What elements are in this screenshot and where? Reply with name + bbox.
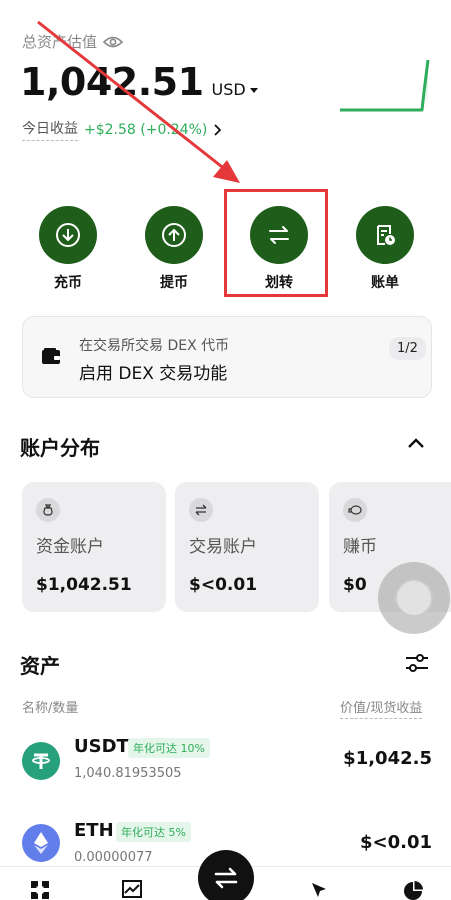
money-bag-icon [36, 498, 60, 522]
currency-label: USD [211, 80, 246, 99]
account-value: $<0.01 [189, 575, 258, 595]
balance-row: 1,042.51 USD [20, 60, 258, 104]
eye-icon[interactable] [103, 35, 124, 49]
assets-pie-icon[interactable] [402, 879, 424, 900]
swap-icon [189, 498, 213, 522]
bill-icon [356, 206, 414, 264]
account-card-funding[interactable]: 资金账户 $1,042.51 [22, 482, 166, 612]
pnl-label: 今日收益 [22, 118, 78, 141]
total-assets-label-text: 总资产估值 [22, 33, 98, 51]
deposit-label: 充币 [54, 275, 82, 291]
asset-amount: 0.00000077 [74, 850, 153, 865]
withdraw-label: 提币 [160, 275, 188, 291]
chevron-up-icon[interactable] [406, 436, 426, 450]
apy-badge: 年化可达 10% [128, 738, 210, 758]
filter-sliders-icon[interactable] [404, 651, 430, 675]
trade-swap-icon [214, 867, 238, 889]
asset-symbol: ETH [74, 820, 114, 841]
account-value: $0 [343, 575, 367, 595]
trade-fab-button[interactable] [198, 850, 254, 900]
asset-amount: 1,040.81953505 [74, 766, 182, 781]
today-pnl[interactable]: 今日收益 +$2.58 (+0.24%) [22, 118, 222, 141]
asset-value: $<0.01 [359, 832, 432, 853]
account-distribution-title: 账户分布 [20, 436, 100, 460]
usdt-coin-icon [22, 742, 60, 780]
pnl-value: +$2.58 (+0.24%) [84, 121, 208, 138]
dex-banner-pager: 1/2 [389, 337, 426, 360]
account-card-trading[interactable]: 交易账户 $<0.01 [175, 482, 319, 612]
annotation-highlight-box [224, 189, 328, 297]
currency-selector[interactable]: USD [212, 80, 258, 99]
apy-badge: 年化可达 5% [116, 822, 191, 842]
account-value: $1,042.51 [36, 575, 132, 595]
withdraw-button[interactable]: 提币 [134, 206, 214, 292]
dex-banner-subtitle: 在交易所交易 DEX 代币 [79, 338, 230, 354]
caret-down-icon [249, 88, 258, 93]
column-header-value[interactable]: 价值/现货收益 [340, 697, 423, 719]
discover-compass-icon[interactable] [308, 879, 330, 900]
balance-sparkline [340, 59, 430, 112]
assets-title: 资产 [20, 654, 60, 678]
withdraw-icon [145, 206, 203, 264]
eth-coin-icon [22, 824, 60, 862]
chevron-right-icon [214, 123, 222, 136]
asset-row-usdt[interactable]: USDT 年化可达 10% 1,040.81953505 $1,042.5 [0, 730, 451, 800]
deposit-icon [39, 206, 97, 264]
account-name: 交易账户 [189, 537, 257, 557]
asset-symbol: USDT [74, 736, 129, 757]
bill-button[interactable]: 账单 [345, 206, 425, 292]
account-name: 资金账户 [36, 537, 104, 557]
floating-assistive-button[interactable] [378, 562, 450, 634]
dex-banner-title: 启用 DEX 交易功能 [79, 364, 228, 384]
bill-label: 账单 [371, 275, 399, 291]
wallet-icon [42, 348, 60, 364]
floating-button-inner [395, 579, 433, 617]
home-grid-icon[interactable] [29, 879, 51, 900]
dex-banner[interactable]: 在交易所交易 DEX 代币 启用 DEX 交易功能 1/2 [22, 316, 432, 398]
deposit-button[interactable]: 充币 [28, 206, 108, 292]
account-name: 赚币 [343, 537, 377, 557]
column-header-name: 名称/数量 [22, 701, 79, 716]
markets-chart-icon[interactable] [121, 879, 143, 900]
piggy-icon [343, 498, 367, 522]
total-balance: 1,042.51 [20, 60, 204, 104]
asset-value: $1,042.5 [343, 748, 432, 769]
total-assets-label: 总资产估值 [22, 31, 124, 52]
